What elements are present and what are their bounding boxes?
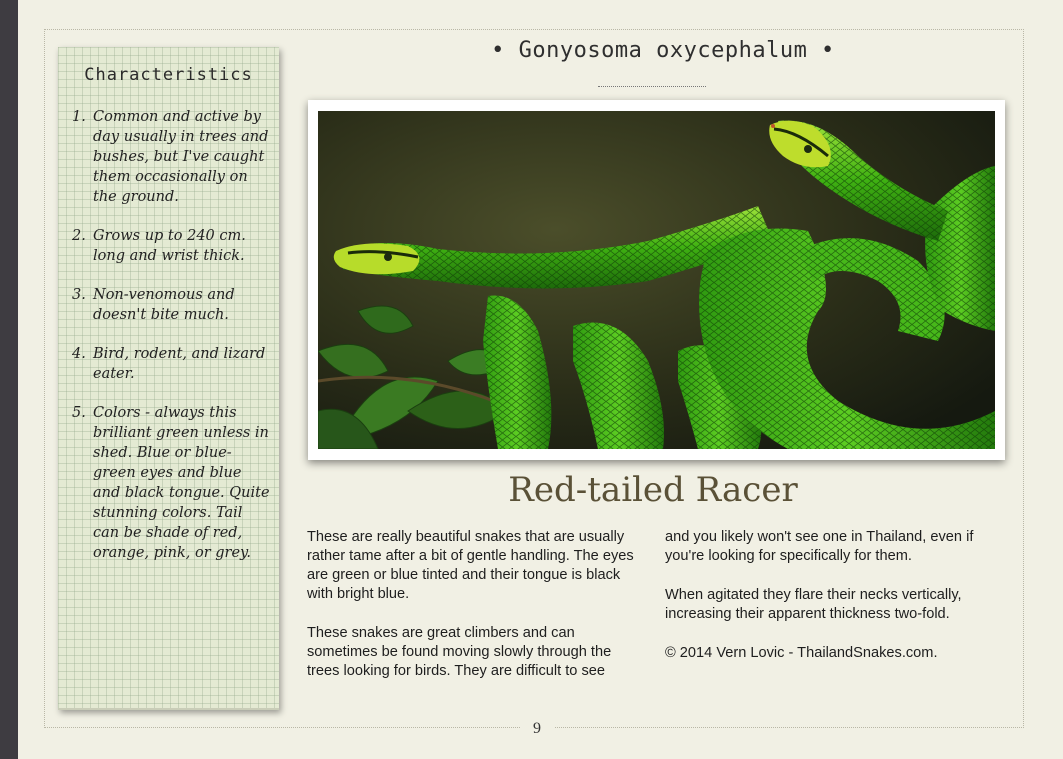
characteristics-notepad: Characteristics 1. Common and active by d… (58, 47, 279, 710)
text-column-left: These are really beautiful snakes that a… (307, 528, 637, 701)
photo-frame (308, 100, 1005, 460)
text-column-right: and you likely won't see one in Thailand… (665, 528, 995, 683)
characteristics-list: 1. Common and active by day usually in tr… (72, 107, 272, 582)
copyright: © 2014 Vern Lovic - ThailandSnakes.com. (665, 645, 938, 661)
page-number: 9 (520, 720, 554, 738)
paragraph: When agitated they flare their necks ver… (665, 587, 962, 622)
list-item: 4. Bird, rodent, and lizard eater. (72, 346, 266, 382)
species-heading: • Gonyosoma oxycephalum • (491, 38, 835, 63)
list-item: 5. Colors - always this brilliant green u… (72, 405, 270, 561)
list-item: 3. Non-venomous and doesn't bite much. (72, 287, 235, 323)
paragraph: These snakes are great climbers and can … (307, 625, 612, 679)
snake-photo (318, 111, 995, 449)
notepad-title: Characteristics (84, 65, 253, 85)
book-page: 9 Characteristics 1. Common and active by… (18, 0, 1063, 759)
paragraph: These are really beautiful snakes that a… (307, 529, 634, 602)
heading-divider (598, 86, 706, 87)
article-title: Red-tailed Racer (508, 470, 798, 510)
list-item: 1. Common and active by day usually in tr… (72, 109, 269, 205)
list-item: 2. Grows up to 240 cm. long and wrist thi… (72, 228, 246, 264)
paragraph: and you likely won't see one in Thailand… (665, 529, 974, 564)
